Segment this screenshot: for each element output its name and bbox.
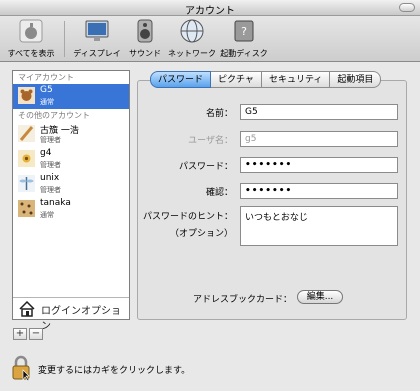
tab-picture[interactable]: ピクチャ — [211, 71, 262, 88]
tab-security[interactable]: セキュリティ — [261, 71, 331, 88]
network-label: ネットワーク — [168, 49, 216, 58]
hard-disk-icon: ? — [234, 20, 254, 42]
teddy-bear-avatar — [18, 87, 35, 104]
my-account-header: マイアカウント — [18, 73, 74, 82]
tab-password[interactable]: パスワード — [150, 71, 212, 88]
show-all-label: すべてを表示 — [7, 49, 55, 58]
display-icon — [85, 20, 109, 41]
account-list[interactable]: マイアカウント G5 通常 その他のアカウント 古籏 一浩 管理者 g4 管理者… — [12, 70, 130, 332]
speaker-icon — [137, 19, 153, 43]
account-name: unix — [40, 173, 60, 183]
sound-button[interactable]: サウンド — [126, 18, 164, 59]
account-name: G5 — [40, 85, 53, 95]
display-button[interactable]: ディスプレイ — [70, 18, 124, 59]
password-field[interactable]: ••••••• — [240, 157, 398, 173]
name-field[interactable]: G5 — [240, 104, 398, 120]
show-all-button[interactable]: すべてを表示 — [6, 18, 56, 59]
login-options-label: ログインオプション — [41, 306, 121, 332]
account-row[interactable]: g4 管理者 — [13, 147, 129, 172]
feather-avatar — [18, 125, 35, 142]
lock-instruction-text: 変更するにはカギをクリックします。 — [38, 366, 191, 376]
account-row[interactable]: 古籏 一浩 管理者 — [13, 122, 129, 147]
account-row[interactable]: tanaka 通常 — [13, 197, 129, 222]
account-role: 管理者 — [40, 161, 61, 169]
svg-text:?: ? — [241, 25, 247, 38]
sound-label: サウンド — [129, 49, 161, 58]
house-icon — [19, 301, 35, 317]
toolbar-toggle-button[interactable] — [399, 3, 415, 12]
login-options-row[interactable]: ログインオプション — [13, 297, 129, 332]
add-account-button[interactable]: + — [13, 328, 27, 340]
edit-button[interactable]: 編集... — [297, 290, 343, 304]
startup-disk-label: 起動ディスク — [220, 49, 268, 58]
display-label: ディスプレイ — [73, 49, 121, 58]
toolbar: すべてを表示 ディスプレイ サウンド ネットワーク ? 起動ディスク — [0, 16, 420, 62]
address-book-card-label: アドレスブックカード： — [192, 295, 292, 305]
account-role: 通常 — [40, 211, 54, 219]
remove-account-button[interactable]: − — [29, 328, 43, 340]
name-label: 名前： — [205, 109, 233, 119]
accounts-window: アカウント すべてを表示 ディスプレイ サウンド ネットワーク ? 起動ディスク… — [0, 0, 420, 391]
password-label: パスワード： — [178, 162, 233, 172]
confirm-label: 確認： — [205, 188, 233, 198]
leopard-avatar — [18, 200, 35, 217]
title-bar[interactable]: アカウント — [0, 0, 420, 17]
username-field: g5 — [240, 131, 398, 147]
flower-avatar — [18, 150, 35, 167]
account-row-selected[interactable]: G5 通常 — [13, 84, 129, 109]
account-row[interactable]: unix 管理者 — [13, 172, 129, 197]
network-button[interactable]: ネットワーク — [167, 18, 217, 59]
account-name: g4 — [40, 148, 52, 158]
account-role: 通常 — [40, 98, 54, 106]
lock-icon[interactable] — [11, 355, 31, 381]
account-role: 管理者 — [40, 186, 61, 194]
tab-login-items[interactable]: 起動項目 — [330, 71, 382, 88]
window-title: アカウント — [185, 6, 235, 17]
network-globe-icon — [180, 19, 204, 43]
confirm-password-field[interactable]: ••••••• — [240, 183, 398, 199]
startup-disk-button[interactable]: ? 起動ディスク — [219, 18, 269, 59]
username-label: ユーザ名： — [188, 136, 233, 146]
account-role: 管理者 — [40, 136, 61, 144]
password-hint-label: パスワードのヒント： — [142, 212, 233, 222]
password-hint-field[interactable]: いつもとおなじ — [240, 206, 398, 246]
dragonfly-avatar — [18, 175, 35, 192]
password-hint-optional-label: （オプション） — [169, 229, 233, 239]
toolbar-separator — [64, 21, 65, 57]
tab-bar: パスワード ピクチャ セキュリティ 起動項目 — [150, 71, 382, 88]
apple-icon — [19, 19, 43, 43]
other-accounts-header: その他のアカウント — [18, 111, 90, 120]
account-name: tanaka — [40, 198, 71, 208]
